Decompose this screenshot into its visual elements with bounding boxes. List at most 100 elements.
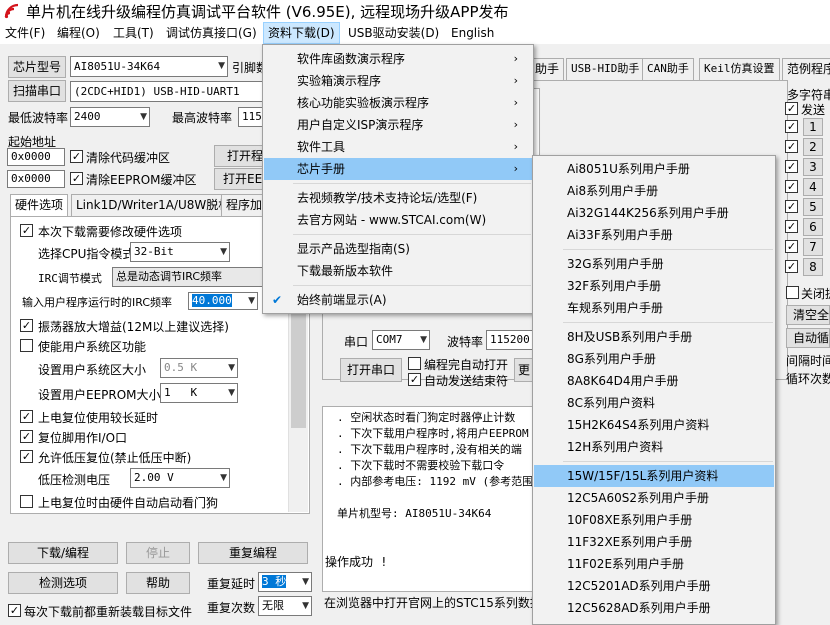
open-eeprom-button[interactable]: 打开EEI bbox=[214, 168, 266, 190]
row-checkbox[interactable]: ✓ bbox=[785, 120, 798, 133]
row-checkbox[interactable]: ✓ bbox=[785, 220, 798, 233]
menu-item-download-latest[interactable]: 下载最新版本软件 bbox=[264, 260, 532, 282]
row-send-button[interactable]: 6 bbox=[803, 218, 823, 236]
menu-item-chip-manuals[interactable]: 芯片手册 › bbox=[264, 158, 532, 180]
wdt-checkbox[interactable] bbox=[20, 495, 33, 508]
submenu-item[interactable]: Ai8系列用户手册 bbox=[534, 180, 774, 202]
row-send-button[interactable]: 3 bbox=[803, 158, 823, 176]
eeprom-size-select[interactable]: 1 K ▼ bbox=[160, 383, 238, 403]
lv-detect-select[interactable]: 2.00 V ▼ bbox=[130, 468, 230, 488]
tab-keil[interactable]: Keil仿真设置 bbox=[699, 58, 780, 80]
open-program-button[interactable]: 打开程 bbox=[214, 145, 266, 167]
submenu-item[interactable]: 32G系列用户手册 bbox=[534, 253, 774, 275]
auto-open-checkbox[interactable] bbox=[408, 357, 421, 370]
reload-checkbox[interactable]: ✓ bbox=[8, 604, 21, 617]
port-select[interactable]: (2CDC+HID1) USB-HID-UART1 bbox=[70, 81, 266, 102]
irc-freq-input[interactable]: 40.000 ▼ bbox=[188, 292, 258, 310]
menu-item-selection-guide[interactable]: 显示产品选型指南(S) bbox=[264, 238, 532, 260]
submenu-item[interactable]: 8C系列用户资料 bbox=[534, 392, 774, 414]
row-checkbox[interactable]: ✓ bbox=[785, 160, 798, 173]
clear-eeprom-checkbox[interactable]: ✓ bbox=[70, 172, 83, 185]
submenu-item-highlighted[interactable]: 15W/15F/15L系列用户资料 bbox=[534, 465, 774, 487]
row-send-button[interactable]: 8 bbox=[803, 258, 823, 276]
cpu-mode-select[interactable]: 32-Bit ▼ bbox=[130, 242, 230, 262]
reset-io-checkbox[interactable]: ✓ bbox=[20, 430, 33, 443]
menu-file[interactable]: 文件(F) bbox=[1, 22, 49, 44]
send-checkbox[interactable]: ✓ bbox=[785, 102, 798, 115]
stop-button[interactable]: 停止 bbox=[126, 542, 190, 564]
min-baud-select[interactable]: 2400 ▼ bbox=[70, 107, 150, 127]
chip-model-select[interactable]: AI8051U-34K64 ▼ bbox=[70, 56, 228, 77]
submenu-item[interactable]: 8H及USB系列用户手册 bbox=[534, 326, 774, 348]
auto-loop-button[interactable]: 自动循 bbox=[786, 328, 830, 348]
menu-item-official-site[interactable]: 去官方网站 - www.STCAI.com(W) bbox=[264, 209, 532, 231]
submenu-item[interactable]: 12H系列用户资料 bbox=[534, 436, 774, 458]
tab-can[interactable]: CAN助手 bbox=[642, 58, 694, 80]
menu-item-software-tools[interactable]: 软件工具 › bbox=[264, 136, 532, 158]
row-send-button[interactable]: 1 bbox=[803, 118, 823, 136]
submenu-item[interactable]: 12C5201AD系列用户手册 bbox=[534, 575, 774, 597]
submenu-item[interactable]: 8A8K64D4用户手册 bbox=[534, 370, 774, 392]
tab-examples[interactable]: 范例程序 bbox=[782, 58, 830, 80]
close-tip-checkbox[interactable] bbox=[786, 286, 799, 299]
irc-mode-select[interactable]: 总是动态调节IRC频率 bbox=[112, 267, 264, 287]
lvr-checkbox[interactable]: ✓ bbox=[20, 450, 33, 463]
submenu-item[interactable]: 32F系列用户手册 bbox=[534, 275, 774, 297]
clear-code-checkbox[interactable]: ✓ bbox=[70, 150, 83, 163]
scrollbar-thumb[interactable] bbox=[291, 308, 306, 428]
open-port-button[interactable]: 打开串口 bbox=[340, 358, 402, 382]
menu-item-custom-isp[interactable]: 用户自定义ISP演示程序 › bbox=[264, 114, 532, 136]
scan-port-button[interactable]: 扫描串口 bbox=[8, 80, 66, 102]
menu-program[interactable]: 编程(O) bbox=[53, 22, 104, 44]
com-port-select[interactable]: COM7 ▼ bbox=[372, 330, 430, 350]
eeprom-address-input[interactable]: 0x0000 bbox=[7, 170, 65, 188]
more-button[interactable]: 更 bbox=[514, 358, 534, 382]
tab-hardware-options[interactable]: 硬件选项 bbox=[10, 194, 69, 217]
menu-item-experiment-box[interactable]: 实验箱演示程序 › bbox=[264, 70, 532, 92]
help-button[interactable]: 帮助 bbox=[126, 572, 190, 594]
tab-serial-helper[interactable]: 助手 bbox=[530, 58, 565, 80]
row-send-button[interactable]: 5 bbox=[803, 198, 823, 216]
submenu-item[interactable]: 10F08XE系列用户手册 bbox=[534, 509, 774, 531]
menu-item-video-forum[interactable]: 去视频教学/技术支持论坛/选型(F) bbox=[264, 187, 532, 209]
repeat-count-select[interactable]: 无限 ▼ bbox=[258, 596, 312, 616]
repeat-delay-select[interactable]: 3 秒 ▼ bbox=[258, 572, 312, 592]
menu-tools[interactable]: 工具(T) bbox=[109, 22, 158, 44]
menu-usb-driver[interactable]: USB驱动安装(D) bbox=[344, 22, 443, 44]
row-checkbox[interactable]: ✓ bbox=[785, 240, 798, 253]
row-checkbox[interactable]: ✓ bbox=[785, 200, 798, 213]
row-send-button[interactable]: 4 bbox=[803, 178, 823, 196]
row-send-button[interactable]: 2 bbox=[803, 138, 823, 156]
menu-english[interactable]: English bbox=[447, 22, 498, 44]
clear-all-button[interactable]: 清空全 bbox=[786, 305, 830, 325]
submenu-item[interactable]: 12C5628AD系列用户手册 bbox=[534, 597, 774, 619]
row-send-button[interactable]: 7 bbox=[803, 238, 823, 256]
power-delay-checkbox[interactable]: ✓ bbox=[20, 410, 33, 423]
check-options-button[interactable]: 检测选项 bbox=[8, 572, 118, 594]
repeat-program-button[interactable]: 重复编程 bbox=[198, 542, 308, 564]
menu-item-core-board[interactable]: 核心功能实验板演示程序 › bbox=[264, 92, 532, 114]
reconfig-checkbox[interactable]: ✓ bbox=[20, 224, 33, 237]
tab-program-load[interactable]: 程序加 bbox=[221, 194, 268, 216]
output-log[interactable]: . 空闲状态时看门狗定时器停止计数 . 下次下载用户程序时,将用户EEPROM … bbox=[322, 406, 534, 592]
submenu-item[interactable]: Ai33F系列用户手册 bbox=[534, 224, 774, 246]
submenu-item[interactable]: Ai32G144K256系列用户手册 bbox=[534, 202, 774, 224]
tab-usb-hid[interactable]: USB-HID助手 bbox=[566, 58, 645, 80]
chip-model-button[interactable]: 芯片型号 bbox=[8, 56, 66, 78]
submenu-item[interactable]: 11F02E系列用户手册 bbox=[534, 553, 774, 575]
menu-debug[interactable]: 调试仿真接口(G) bbox=[162, 22, 261, 44]
submenu-item[interactable]: 8G系列用户手册 bbox=[534, 348, 774, 370]
code-address-input[interactable]: 0x0000 bbox=[7, 148, 65, 166]
auto-send-checkbox[interactable]: ✓ bbox=[408, 373, 421, 386]
row-checkbox[interactable]: ✓ bbox=[785, 140, 798, 153]
submenu-item[interactable]: Ai8051U系列用户手册 bbox=[534, 158, 774, 180]
osc-gain-checkbox[interactable]: ✓ bbox=[20, 319, 33, 332]
menu-downloads[interactable]: 资料下载(D) bbox=[263, 22, 340, 44]
row-checkbox[interactable]: ✓ bbox=[785, 180, 798, 193]
submenu-item[interactable]: 11F32XE系列用户手册 bbox=[534, 531, 774, 553]
submenu-item[interactable]: 12C5A60S2系列用户手册 bbox=[534, 487, 774, 509]
sys-size-select[interactable]: 0.5 K ▼ bbox=[160, 358, 238, 378]
download-button[interactable]: 下载/编程 bbox=[8, 542, 118, 564]
submenu-item[interactable]: 15H2K64S4系列用户资料 bbox=[534, 414, 774, 436]
menu-item-always-on-top[interactable]: ✔ 始终前端显示(A) bbox=[264, 289, 532, 311]
